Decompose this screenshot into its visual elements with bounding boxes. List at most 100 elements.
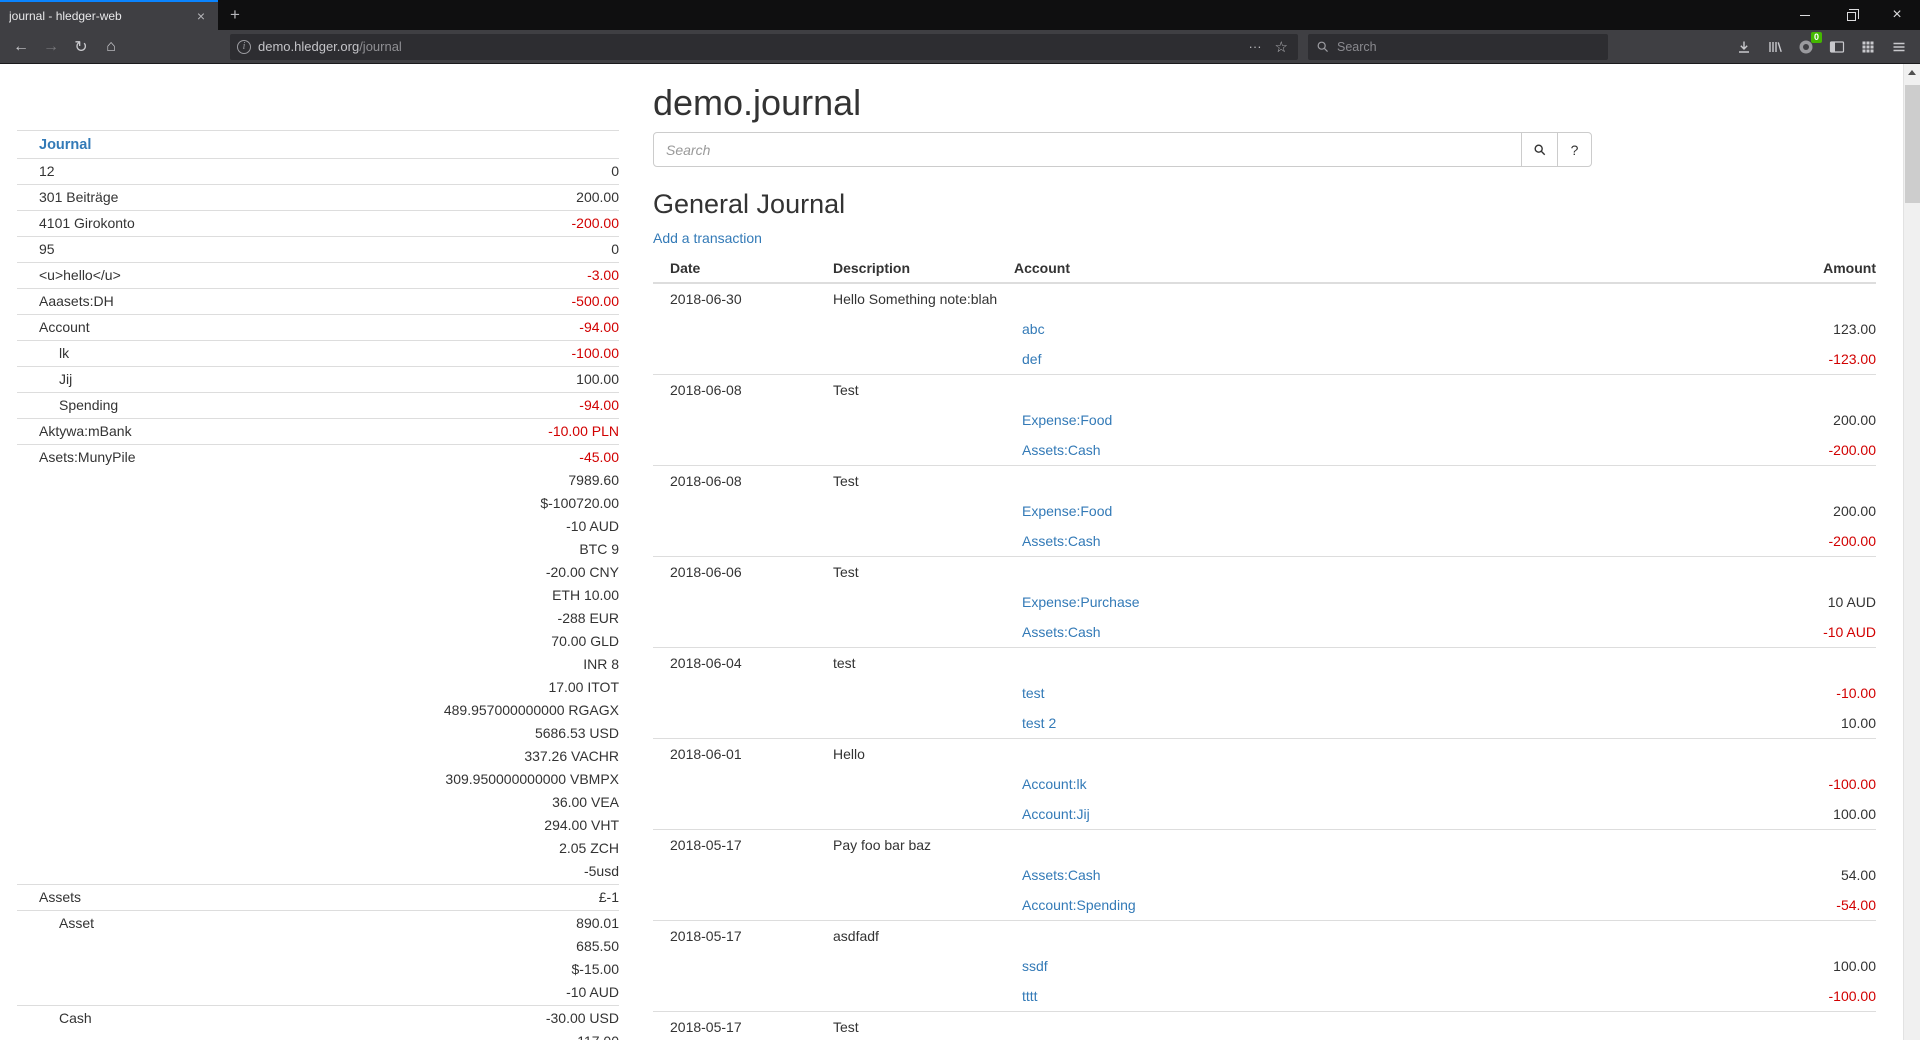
menu-button[interactable] xyxy=(1884,32,1914,62)
journal-search-button[interactable] xyxy=(1521,132,1558,167)
transaction-title-row[interactable]: 2018-05-17Pay foo bar baz xyxy=(653,830,1876,861)
posting-account-link[interactable]: Account:Spending xyxy=(1022,897,1136,913)
transaction-date: 2018-06-08 xyxy=(653,375,825,406)
posting-account-link[interactable]: Expense:Food xyxy=(1022,503,1112,519)
page-scrollbar[interactable] xyxy=(1903,64,1920,1040)
column-header-date: Date xyxy=(653,254,825,283)
balance-amount: -10 AUD xyxy=(566,981,619,1004)
sidebar-account-row: 4101 Girokonto-200.00 xyxy=(17,210,619,236)
transaction-title-row[interactable]: 2018-06-08Test xyxy=(653,375,1876,406)
sidebar-account-link[interactable]: 301 Beiträge xyxy=(17,186,118,209)
bookmark-star-icon[interactable]: ☆ xyxy=(1272,38,1291,56)
transaction-description: Test xyxy=(825,557,1006,588)
sidebar-account-link[interactable]: <u>hello</u> xyxy=(17,264,121,287)
transaction-date: 2018-06-04 xyxy=(653,648,825,679)
posting-amount: -123.00 xyxy=(1576,344,1876,375)
home-button[interactable]: ⌂ xyxy=(96,32,126,62)
site-info-icon[interactable]: i xyxy=(237,40,251,54)
posting-account-link[interactable]: test 2 xyxy=(1022,715,1056,731)
search-help-button[interactable]: ? xyxy=(1557,132,1592,167)
journal-search-form: ? xyxy=(653,132,1876,167)
sidebar-account-link[interactable]: Cash xyxy=(17,1007,92,1030)
sidebar-account-link[interactable]: Asets:MunyPile xyxy=(17,446,135,469)
window-minimize-button[interactable] xyxy=(1782,0,1828,30)
browser-tab-journal[interactable]: journal - hledger-web × xyxy=(0,0,218,30)
window-restore-button[interactable] xyxy=(1828,0,1874,30)
transaction-date: 2018-06-30 xyxy=(653,283,825,314)
browser-window: journal - hledger-web × + × ← → ↻ ⌂ i de… xyxy=(0,0,1920,64)
transaction-date: 2018-05-17 xyxy=(653,1012,825,1040)
posting-account-link[interactable]: Assets:Cash xyxy=(1022,624,1101,640)
transaction-title-row[interactable]: 2018-06-04test xyxy=(653,648,1876,679)
sidebar-account-link[interactable]: 12 xyxy=(17,160,55,183)
download-button[interactable] xyxy=(1729,32,1759,62)
tab-bar: journal - hledger-web × + × xyxy=(0,0,1920,30)
posting-row: abc123.00 xyxy=(653,314,1876,344)
balance-amount: INR 8 xyxy=(444,653,619,676)
sidebar-journal-link[interactable]: Journal xyxy=(39,137,91,153)
sidebar-account-link[interactable]: Assets xyxy=(17,886,81,909)
tab-close-icon[interactable]: × xyxy=(193,8,209,24)
page-actions-icon[interactable]: ··· xyxy=(1246,39,1265,54)
posting-account-link[interactable]: Expense:Purchase xyxy=(1022,594,1140,610)
transaction-description: Test xyxy=(825,375,1006,406)
transaction-title-row[interactable]: 2018-05-17asdfadf xyxy=(653,921,1876,952)
sidebar-account-link[interactable]: Aaasets:DH xyxy=(17,290,114,313)
sidebar-account-link[interactable]: Account xyxy=(17,316,90,339)
transaction-title-row[interactable]: 2018-06-30Hello Something note:blah xyxy=(653,283,1876,314)
scrollbar-thumb[interactable] xyxy=(1905,85,1920,203)
transaction-title-row[interactable]: 2018-06-08Test xyxy=(653,466,1876,497)
browser-search-bar[interactable]: Search xyxy=(1308,34,1608,60)
address-bar[interactable]: i demo.hledger.org/journal ··· ☆ xyxy=(230,34,1298,60)
posting-account-link[interactable]: def xyxy=(1022,351,1041,367)
account-balance: -45.007989.60$-100720.00-10 AUDBTC 9-20.… xyxy=(444,446,619,883)
transaction-title-row[interactable]: 2018-05-17Test xyxy=(653,1012,1876,1040)
posting-amount: -10.00 xyxy=(1576,678,1876,708)
apps-grid-button[interactable] xyxy=(1853,32,1883,62)
sidebar-account-link[interactable]: lk xyxy=(17,342,69,365)
posting-account-link[interactable]: test xyxy=(1022,685,1045,701)
transaction-description: test xyxy=(825,648,1006,679)
sidebar-account-row: Account-94.00 xyxy=(17,314,619,340)
transaction-title-row[interactable]: 2018-06-06Test xyxy=(653,557,1876,588)
transaction-title-row[interactable]: 2018-06-01Hello xyxy=(653,739,1876,770)
balance-amount: -10 AUD xyxy=(444,515,619,538)
sidebar-account-link[interactable]: Spending xyxy=(17,394,118,417)
posting-account-link[interactable]: tttt xyxy=(1022,988,1038,1004)
posting-account-link[interactable]: Account:Jij xyxy=(1022,806,1090,822)
posting-account-link[interactable]: Assets:Cash xyxy=(1022,442,1101,458)
transaction-date: 2018-05-17 xyxy=(653,830,825,861)
posting-account-link[interactable]: Account:lk xyxy=(1022,776,1087,792)
extension-button[interactable]: 0 xyxy=(1791,32,1821,62)
balance-amount: 70.00 GLD xyxy=(444,630,619,653)
back-button[interactable]: ← xyxy=(6,32,36,62)
forward-button[interactable]: → xyxy=(36,32,66,62)
sidebars-button[interactable] xyxy=(1822,32,1852,62)
reload-button[interactable]: ↻ xyxy=(66,32,96,62)
sidebar-account-link[interactable]: Asset xyxy=(17,912,94,935)
hamburger-icon xyxy=(1891,39,1907,55)
balance-amount: 200.00 xyxy=(576,186,619,209)
new-tab-button[interactable]: + xyxy=(218,0,252,30)
posting-row: tttt-100.00 xyxy=(653,981,1876,1012)
sidebar-account-link[interactable]: Jij xyxy=(17,368,72,391)
window-close-button[interactable]: × xyxy=(1874,0,1920,30)
posting-amount: 10 AUD xyxy=(1576,587,1876,617)
scrollbar-up-arrow[interactable] xyxy=(1904,64,1920,81)
posting-account-link[interactable]: Assets:Cash xyxy=(1022,867,1101,883)
add-transaction-link[interactable]: Add a transaction xyxy=(653,230,762,246)
posting-account-link[interactable]: Expense:Food xyxy=(1022,412,1112,428)
journal-search-input[interactable] xyxy=(653,132,1522,167)
page-title: demo.journal xyxy=(653,82,1876,124)
posting-account-link[interactable]: ssdf xyxy=(1022,958,1048,974)
sidebar-account-link[interactable]: 4101 Girokonto xyxy=(17,212,135,235)
posting-account-link[interactable]: Assets:Cash xyxy=(1022,533,1101,549)
sidebar-account-link[interactable]: 95 xyxy=(17,238,55,261)
posting-row: Account:Jij100.00 xyxy=(653,799,1876,830)
posting-account-link[interactable]: abc xyxy=(1022,321,1045,337)
balance-amount: 309.950000000000 VBMPX xyxy=(444,768,619,791)
sidebar-account-link[interactable]: Aktywa:mBank xyxy=(17,420,132,443)
account-balance: -10.00 PLN xyxy=(548,420,619,443)
posting-row: Assets:Cash-200.00 xyxy=(653,435,1876,466)
library-button[interactable] xyxy=(1760,32,1790,62)
